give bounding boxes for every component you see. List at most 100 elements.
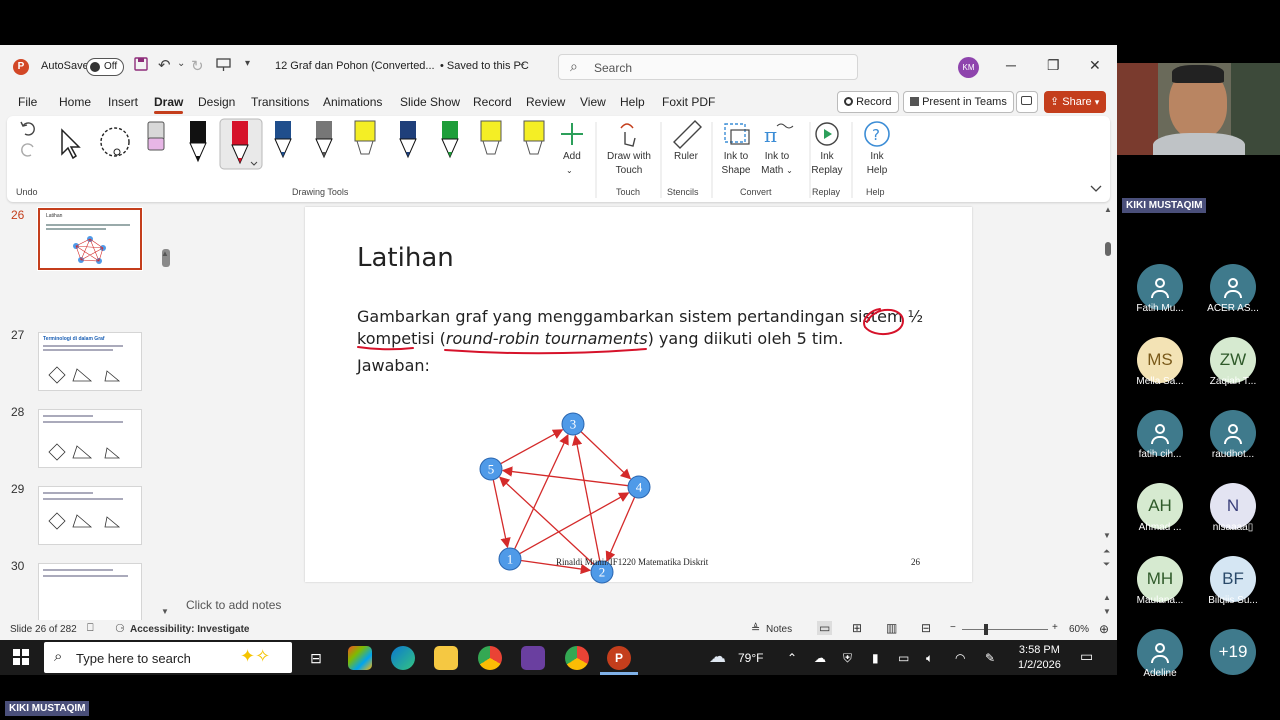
notes-scroll-up-icon[interactable]: ▲ bbox=[1103, 593, 1111, 602]
tab-help[interactable]: Help bbox=[620, 95, 645, 109]
add-pen-label[interactable]: Add bbox=[563, 150, 581, 164]
tab-transitions[interactable]: Transitions bbox=[251, 95, 309, 109]
save-icon[interactable] bbox=[134, 57, 148, 75]
search-box[interactable]: ⌕ Search bbox=[558, 54, 858, 80]
slide-thumbnail[interactable]: Latihan bbox=[37, 207, 143, 271]
collapse-ribbon-icon[interactable] bbox=[1090, 185, 1102, 192]
ruler-label[interactable]: Ruler bbox=[674, 150, 698, 164]
chrome-profile-icon[interactable] bbox=[565, 646, 589, 670]
slide-title[interactable]: Latihan bbox=[357, 243, 454, 273]
previous-slide-icon[interactable]: ⏶ bbox=[1103, 546, 1110, 557]
slide-answer-label[interactable]: Jawaban: bbox=[357, 356, 430, 375]
record-button[interactable]: Record bbox=[837, 91, 899, 113]
tray-overflow-icon[interactable]: ⌃ bbox=[787, 651, 797, 665]
user-avatar[interactable]: KM bbox=[958, 57, 979, 78]
comments-button[interactable] bbox=[1016, 91, 1038, 113]
undo-dropdown-icon[interactable]: ⌄ bbox=[177, 58, 185, 69]
zoom-in-icon[interactable]: + bbox=[1052, 622, 1058, 633]
windows-start-icon[interactable] bbox=[13, 649, 29, 665]
ruler-icon[interactable] bbox=[673, 120, 702, 149]
weather-icon[interactable]: ☁ bbox=[709, 647, 726, 667]
notes-icon[interactable]: ≜ bbox=[751, 622, 760, 635]
add-pen-chevron-icon[interactable]: ⌄ bbox=[566, 164, 573, 178]
accessibility-status[interactable]: Accessibility: Investigate bbox=[130, 624, 250, 635]
powerpoint-taskbar-icon[interactable]: P bbox=[607, 646, 631, 670]
ink-replay-icon[interactable] bbox=[815, 122, 839, 146]
slide-canvas[interactable]: Latihan Gambarkan graf yang menggambarka… bbox=[305, 207, 972, 584]
highlighter-yellow-3-icon[interactable] bbox=[523, 120, 545, 155]
edge-browser-icon[interactable] bbox=[391, 646, 415, 670]
notes-placeholder[interactable]: Click to add notes bbox=[186, 598, 281, 612]
ink-to-math-button[interactable]: Ink to Math ⌄ bbox=[757, 150, 797, 178]
taskbar-clock[interactable]: 3:58 PM 1/2/2026 bbox=[1018, 643, 1061, 673]
slide-line-1[interactable]: Gambarkan graf yang menggambarkan sistem… bbox=[357, 307, 923, 326]
ribbon-redo-icon[interactable] bbox=[21, 143, 34, 157]
tab-animations[interactable]: Animations bbox=[323, 95, 382, 109]
fit-to-window-icon[interactable]: ⊕ bbox=[1099, 622, 1109, 636]
ink-to-math-icon[interactable]: π bbox=[764, 123, 794, 147]
reading-view-icon[interactable]: ▥ bbox=[886, 621, 897, 635]
zoom-level[interactable]: 60% bbox=[1069, 624, 1089, 635]
battery-icon[interactable]: ▭ bbox=[898, 651, 909, 665]
draw-with-touch-button[interactable]: Draw with Touch bbox=[604, 150, 654, 178]
lasso-select-icon[interactable] bbox=[100, 127, 130, 157]
ink-to-shape-button[interactable]: Ink to Shape bbox=[719, 150, 753, 178]
undo-icon[interactable]: ↶ bbox=[158, 56, 171, 74]
slide-sorter-icon[interactable]: ⊞ bbox=[852, 621, 862, 635]
select-objects-icon[interactable] bbox=[61, 128, 81, 160]
draw-with-touch-icon[interactable] bbox=[620, 123, 636, 147]
accessibility-icon[interactable]: ⚆ bbox=[115, 622, 125, 635]
thumbnail-scroll-down-icon[interactable]: ▼ bbox=[161, 607, 169, 616]
tab-record[interactable]: Record bbox=[473, 95, 512, 109]
share-button[interactable]: ⇪ Share ▾ bbox=[1044, 91, 1106, 113]
present-in-teams-button[interactable]: Present in Teams bbox=[903, 91, 1014, 113]
ribbon-undo-icon[interactable] bbox=[20, 121, 35, 136]
copilot-icon[interactable] bbox=[348, 646, 372, 670]
present-icon[interactable] bbox=[216, 57, 231, 76]
tab-insert[interactable]: Insert bbox=[108, 95, 138, 109]
network-icon[interactable]: ◠ bbox=[955, 651, 965, 665]
tab-foxit-pdf[interactable]: Foxit PDF bbox=[662, 95, 715, 109]
zoom-slider-track[interactable] bbox=[962, 629, 1048, 630]
microphone-icon[interactable]: ▮ bbox=[872, 651, 879, 665]
next-slide-icon[interactable]: ⏷ bbox=[1103, 559, 1110, 570]
presenter-video[interactable] bbox=[1117, 63, 1280, 155]
slideshow-view-icon[interactable]: ⊟ bbox=[921, 621, 931, 635]
slide-thumbnail[interactable] bbox=[38, 409, 142, 468]
teams-app-icon[interactable] bbox=[521, 646, 545, 670]
restore-icon[interactable]: ❐ bbox=[1047, 57, 1060, 74]
highlighter-yellow-2-icon[interactable] bbox=[480, 120, 502, 155]
slide-thumbnail[interactable] bbox=[38, 563, 142, 622]
slide-thumbnail[interactable]: Terminologi di dalam Graf bbox=[38, 332, 142, 391]
tab-file[interactable]: File bbox=[18, 95, 37, 109]
editor-scroll-down-icon[interactable]: ▼ bbox=[1103, 531, 1111, 540]
customize-toolbar-icon[interactable]: ▾ bbox=[245, 58, 250, 69]
ink-help-icon[interactable]: ? bbox=[864, 121, 890, 147]
slide-thumbnail[interactable] bbox=[38, 486, 142, 545]
taskbar-search-box[interactable]: ⌕ Type here to search ✦✧ bbox=[44, 642, 292, 673]
notes-scroll-down-icon[interactable]: ▼ bbox=[1103, 607, 1111, 616]
volume-icon[interactable]: 🔈︎ bbox=[926, 651, 933, 666]
notification-center-icon[interactable]: ▭ bbox=[1080, 648, 1093, 665]
tab-design[interactable]: Design bbox=[198, 95, 235, 109]
pen-green-icon[interactable] bbox=[441, 121, 459, 159]
save-status[interactable]: • Saved to this PC bbox=[440, 60, 529, 72]
notes-toggle[interactable]: Notes bbox=[766, 624, 792, 635]
pencil-gray-icon[interactable] bbox=[315, 121, 333, 159]
ink-replay-button[interactable]: Ink Replay bbox=[810, 150, 844, 178]
editor-scroll-up-icon[interactable]: ▲ bbox=[1104, 205, 1112, 214]
normal-view-icon[interactable]: ▭ bbox=[817, 621, 833, 635]
tab-slide-show[interactable]: Slide Show bbox=[400, 95, 460, 109]
highlighter-yellow-icon[interactable] bbox=[354, 120, 376, 155]
tab-view[interactable]: View bbox=[580, 95, 606, 109]
pen-menu-icon[interactable]: ✎ bbox=[985, 651, 995, 665]
pen-blue-icon[interactable] bbox=[274, 121, 292, 159]
thumbnail-scroll-up-icon[interactable]: ▲ bbox=[161, 249, 169, 258]
close-icon[interactable]: ✕ bbox=[1089, 57, 1101, 74]
tab-draw[interactable]: Draw bbox=[154, 95, 184, 114]
onedrive-icon[interactable]: ☁ bbox=[814, 651, 826, 665]
pen-black-icon[interactable] bbox=[189, 121, 207, 163]
save-status-chevron-icon[interactable]: ⌄ bbox=[518, 58, 526, 69]
tab-review[interactable]: Review bbox=[526, 95, 565, 109]
zoom-out-icon[interactable]: − bbox=[950, 622, 956, 633]
